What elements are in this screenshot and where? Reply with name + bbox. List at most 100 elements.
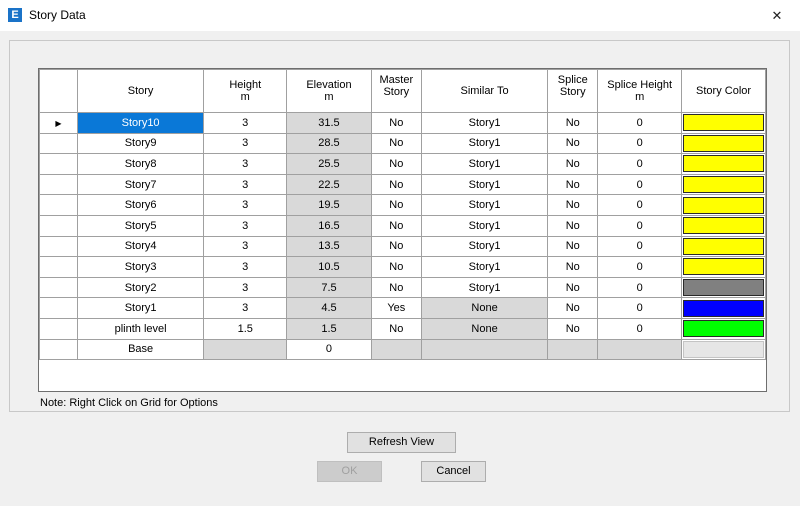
row-header[interactable]: [39, 317, 78, 340]
cell-similar-to[interactable]: Story1: [420, 276, 549, 299]
cell-story-color[interactable]: [681, 276, 766, 299]
cell-splice-story[interactable]: No: [547, 317, 599, 340]
table-row[interactable]: Story3 3 10.5 No Story1 No 0: [39, 256, 766, 278]
cell-story-color[interactable]: [681, 338, 766, 361]
cell-master-story[interactable]: No: [370, 112, 422, 134]
cell-splice-story[interactable]: No: [547, 194, 599, 216]
table-row[interactable]: Story1 3 4.5 Yes None No 0: [39, 297, 766, 319]
cell-master-story[interactable]: No: [370, 214, 422, 237]
col-header-similar-to[interactable]: Similar To: [420, 69, 549, 113]
cell-splice-height[interactable]: 0: [597, 194, 683, 216]
cell-master-story[interactable]: No: [370, 317, 422, 340]
cell-splice-story[interactable]: No: [547, 112, 599, 134]
cell-splice-height[interactable]: 0: [597, 153, 683, 175]
cell-story[interactable]: Story9: [76, 132, 205, 155]
row-header[interactable]: [39, 194, 78, 216]
cell-story[interactable]: Base: [76, 338, 205, 361]
cell-height[interactable]: [203, 338, 288, 361]
cell-elevation[interactable]: 13.5: [286, 235, 372, 258]
table-row[interactable]: Story8 3 25.5 No Story1 No 0: [39, 153, 766, 175]
col-header-splice-height[interactable]: Splice Height m: [597, 69, 683, 113]
refresh-view-button[interactable]: Refresh View: [347, 432, 456, 453]
table-row[interactable]: Story9 3 28.5 No Story1 No 0: [39, 132, 766, 155]
cell-splice-height[interactable]: 0: [597, 317, 683, 340]
cell-elevation[interactable]: 1.5: [286, 317, 372, 340]
cell-elevation[interactable]: 25.5: [286, 153, 372, 175]
cell-story-color[interactable]: [681, 194, 766, 216]
cell-splice-story[interactable]: No: [547, 214, 599, 237]
row-header[interactable]: [39, 214, 78, 237]
cell-similar-to[interactable]: Story1: [420, 112, 549, 134]
table-row[interactable]: Base 0: [39, 338, 766, 361]
cell-splice-height[interactable]: 0: [597, 297, 683, 319]
table-row[interactable]: Story7 3 22.5 No Story1 No 0: [39, 173, 766, 196]
cell-height[interactable]: 3: [203, 194, 288, 216]
cell-splice-height[interactable]: 0: [597, 214, 683, 237]
cell-elevation[interactable]: 28.5: [286, 132, 372, 155]
col-header-master-story[interactable]: Master Story: [370, 69, 422, 113]
cell-story[interactable]: Story3: [76, 256, 205, 278]
cell-height[interactable]: 3: [203, 297, 288, 319]
cell-story-color[interactable]: [681, 173, 766, 196]
col-header-story-color[interactable]: Story Color: [681, 69, 766, 113]
cell-story-color[interactable]: [681, 112, 766, 134]
cell-master-story[interactable]: No: [370, 235, 422, 258]
cell-similar-to[interactable]: None: [420, 297, 549, 319]
cell-elevation[interactable]: 16.5: [286, 214, 372, 237]
table-row[interactable]: Story5 3 16.5 No Story1 No 0: [39, 214, 766, 237]
cell-splice-story[interactable]: No: [547, 276, 599, 299]
cell-elevation[interactable]: 19.5: [286, 194, 372, 216]
cell-story-color[interactable]: [681, 317, 766, 340]
cell-similar-to[interactable]: Story1: [420, 132, 549, 155]
cell-splice-height[interactable]: 0: [597, 235, 683, 258]
col-header-story[interactable]: Story: [76, 69, 205, 113]
cell-story-color[interactable]: [681, 214, 766, 237]
cell-similar-to[interactable]: Story1: [420, 235, 549, 258]
cell-story[interactable]: Story7: [76, 173, 205, 196]
cell-height[interactable]: 3: [203, 112, 288, 134]
cell-story-color[interactable]: [681, 297, 766, 319]
story-grid[interactable]: Story Height m Elevation m Master Story Sim…: [38, 68, 767, 392]
cell-story[interactable]: Story1: [76, 297, 205, 319]
ok-button[interactable]: OK: [317, 461, 382, 482]
cell-height[interactable]: 3: [203, 173, 288, 196]
row-header[interactable]: [39, 338, 78, 361]
row-header[interactable]: ▶: [39, 112, 78, 134]
cell-story-color[interactable]: [681, 235, 766, 258]
cell-master-story[interactable]: No: [370, 132, 422, 155]
table-row[interactable]: Story2 3 7.5 No Story1 No 0: [39, 276, 766, 299]
cell-story[interactable]: Story10: [76, 112, 205, 134]
table-row[interactable]: ▶ Story10 3 31.5 No Story1 No 0: [39, 112, 766, 134]
table-row[interactable]: Story6 3 19.5 No Story1 No 0: [39, 194, 766, 216]
cell-similar-to[interactable]: None: [420, 317, 549, 340]
cell-splice-height[interactable]: 0: [597, 173, 683, 196]
col-header-height[interactable]: Height m: [203, 69, 288, 113]
cell-master-story[interactable]: No: [370, 153, 422, 175]
row-header[interactable]: [39, 276, 78, 299]
cell-height[interactable]: 3: [203, 153, 288, 175]
cell-master-story[interactable]: No: [370, 256, 422, 278]
cell-similar-to[interactable]: Story1: [420, 153, 549, 175]
cell-splice-story[interactable]: [547, 338, 599, 361]
cell-story[interactable]: Story5: [76, 214, 205, 237]
row-header[interactable]: [39, 153, 78, 175]
cell-story[interactable]: Story8: [76, 153, 205, 175]
close-icon[interactable]: ✕: [754, 0, 800, 31]
cell-splice-story[interactable]: No: [547, 173, 599, 196]
cell-height[interactable]: 3: [203, 276, 288, 299]
cancel-button[interactable]: Cancel: [421, 461, 486, 482]
row-header[interactable]: [39, 173, 78, 196]
cell-height[interactable]: 3: [203, 214, 288, 237]
cell-splice-story[interactable]: No: [547, 153, 599, 175]
cell-story-color[interactable]: [681, 153, 766, 175]
cell-splice-height[interactable]: 0: [597, 112, 683, 134]
cell-similar-to[interactable]: [420, 338, 549, 361]
cell-elevation[interactable]: 31.5: [286, 112, 372, 134]
cell-similar-to[interactable]: Story1: [420, 194, 549, 216]
cell-master-story[interactable]: No: [370, 194, 422, 216]
cell-height[interactable]: 3: [203, 256, 288, 278]
cell-story-color[interactable]: [681, 256, 766, 278]
cell-story[interactable]: Story4: [76, 235, 205, 258]
cell-similar-to[interactable]: Story1: [420, 173, 549, 196]
cell-master-story[interactable]: Yes: [370, 297, 422, 319]
